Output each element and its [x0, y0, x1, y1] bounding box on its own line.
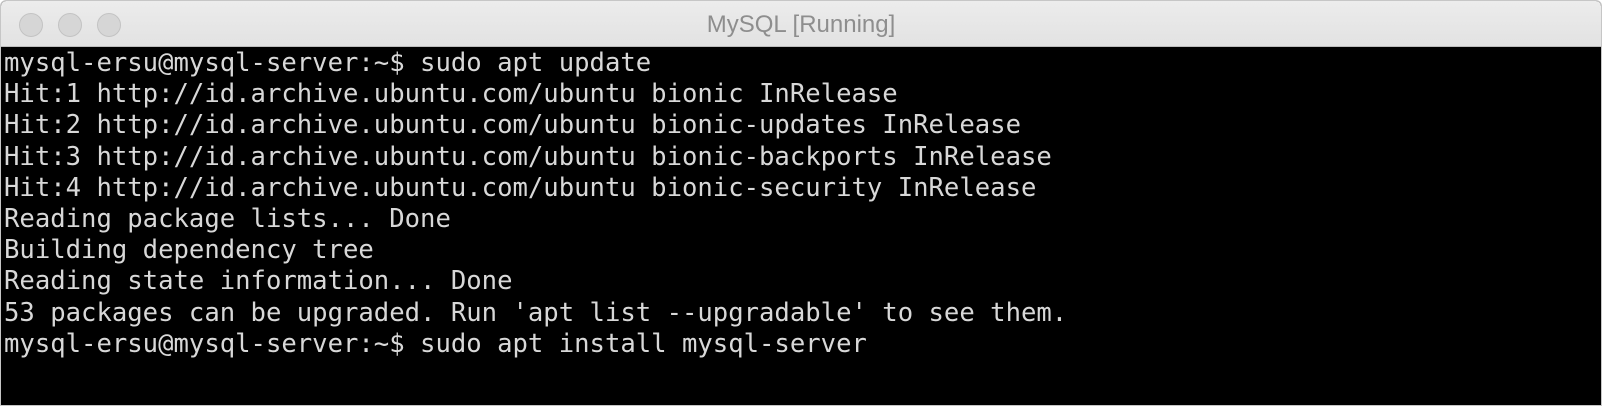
terminal-line-hit-1: Hit:1 http://id.archive.ubuntu.com/ubunt…	[4, 79, 898, 110]
terminal-line-hit-3: Hit:3 http://id.archive.ubuntu.com/ubunt…	[4, 141, 1052, 172]
terminal-line-prompt-install: mysql-ersu@mysql-server:~$ sudo apt inst…	[4, 328, 867, 359]
terminal-line-prompt-update: mysql-ersu@mysql-server:~$ sudo apt upda…	[4, 48, 652, 78]
terminal-line-building-dependency-tree: Building dependency tree	[4, 235, 374, 266]
terminal-line-reading-package-lists: Reading package lists... Done	[4, 203, 451, 234]
terminal-line-hit-2: Hit:2 http://id.archive.ubuntu.com/ubunt…	[4, 110, 1021, 141]
terminal-line-reading-state-information: Reading state information... Done	[4, 266, 513, 297]
terminal-console[interactable]: mysql-ersu@mysql-server:~$ sudo apt upda…	[1, 48, 1601, 405]
window-title: MySQL [Running]	[706, 11, 896, 38]
title-bar[interactable]: MySQL [Running]	[1, 1, 1601, 47]
vm-window: MySQL [Running] mysql-ersu@mysql-server:…	[0, 0, 1602, 406]
terminal-line-hit-4: Hit:4 http://id.archive.ubuntu.com/ubunt…	[4, 172, 1037, 203]
terminal-line-upgradable-packages: 53 packages can be upgraded. Run 'apt li…	[4, 297, 1068, 328]
